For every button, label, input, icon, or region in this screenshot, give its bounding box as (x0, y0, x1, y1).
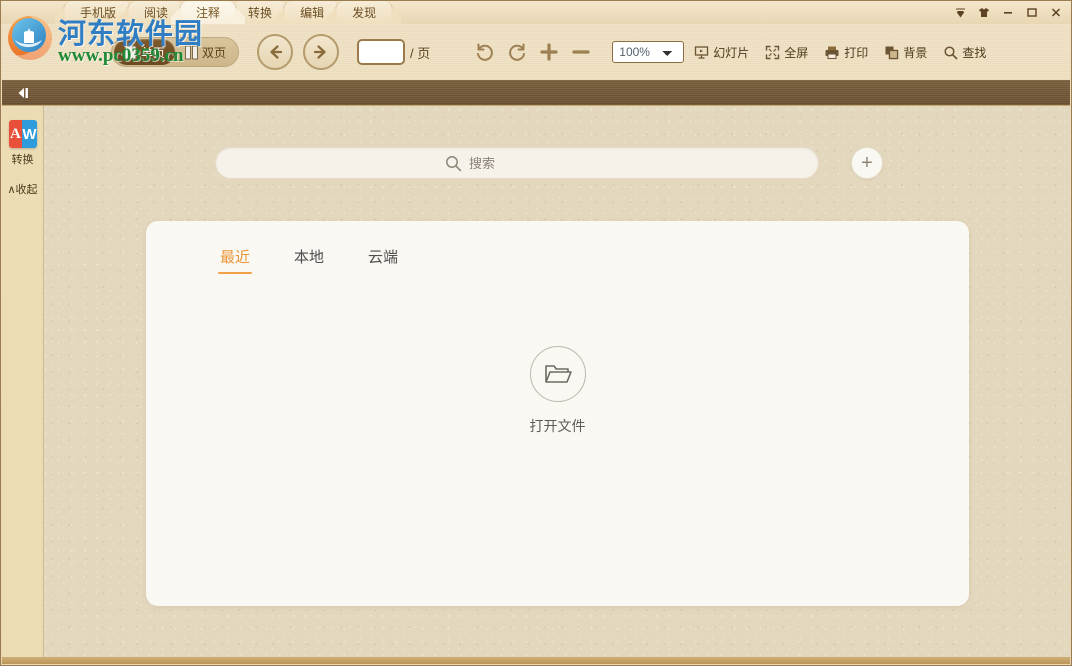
page-navigation: / 页 (357, 39, 430, 65)
print-label: 打印 (844, 44, 868, 61)
open-file-button[interactable]: 打开文件 (530, 346, 586, 436)
application-window: 手机版 阅读 注释 转换 编辑 发现 (0, 0, 1072, 666)
zoom-out-button[interactable] (566, 37, 596, 67)
double-page-icon (185, 45, 198, 60)
plus-icon: + (861, 153, 873, 173)
page-mode-switch: 单页 双页 (111, 37, 239, 67)
find-label: 查找 (962, 44, 986, 61)
close-button[interactable] (1045, 2, 1067, 22)
sidebar-collapse-button[interactable]: ∧收起 (7, 181, 37, 197)
prev-page-button[interactable] (257, 34, 293, 70)
left-sidebar: A W 转换 ∧收起 (2, 106, 44, 657)
background-label: 背景 (903, 44, 927, 61)
sidebar-item-label: 转换 (12, 151, 34, 167)
double-page-label: 双页 (202, 44, 226, 61)
sidebar-item-convert[interactable]: A W 转换 (9, 120, 37, 167)
zoom-in-button[interactable] (534, 37, 564, 67)
find-button[interactable]: 查找 (943, 44, 986, 61)
tab-local[interactable]: 本地 (294, 246, 324, 274)
tab-annotate[interactable]: 注释 (179, 1, 237, 24)
minus-icon (570, 41, 592, 63)
skin-button[interactable] (973, 2, 995, 22)
minimize-button[interactable] (997, 2, 1019, 22)
search-icon (943, 45, 958, 60)
tab-label: 编辑 (300, 4, 324, 21)
print-icon (824, 45, 840, 60)
folder-open-icon (530, 346, 586, 402)
single-page-button[interactable]: 单页 (114, 39, 175, 65)
fullscreen-label: 全屏 (784, 44, 808, 61)
file-browser-tabs: 最近 本地 云端 (220, 246, 398, 274)
slideshow-label: 幻灯片 (713, 44, 749, 61)
redo-button[interactable] (502, 37, 532, 67)
search-input[interactable] (469, 156, 589, 171)
pdf-badge: A (9, 120, 23, 148)
single-page-icon (124, 45, 137, 60)
tab-label: 最近 (220, 249, 250, 266)
slideshow-button[interactable]: 幻灯片 (694, 44, 749, 61)
add-file-button[interactable]: + (851, 147, 883, 179)
background-button[interactable]: 背景 (884, 44, 927, 61)
main-toolbar: 单页 双页 / 页 (1, 24, 1071, 80)
single-page-label: 单页 (141, 44, 165, 61)
fullscreen-icon (765, 45, 780, 60)
sidebar-collapse-label: ∧收起 (7, 181, 37, 197)
tab-label: 转换 (248, 4, 272, 21)
pdf-to-word-icon: A W (9, 120, 37, 148)
tab-label: 发现 (352, 4, 376, 21)
tab-strip: 手机版 阅读 注释 转换 编辑 发现 (1, 1, 1071, 24)
word-badge: W (22, 120, 36, 148)
menu-dropdown-button[interactable] (949, 2, 971, 22)
bottom-strip (2, 657, 1070, 664)
arrow-left-collapse-icon (15, 86, 33, 100)
panel-divider-bar (2, 80, 1070, 106)
plus-icon (538, 41, 560, 63)
search-icon (445, 155, 462, 172)
page-total-label: / 页 (410, 43, 430, 62)
search-box[interactable] (215, 147, 819, 179)
window-controls (949, 1, 1067, 23)
tab-label: 注释 (196, 4, 220, 21)
redo-icon (506, 41, 528, 63)
app-logo-icon (5, 13, 55, 63)
tab-label: 阅读 (144, 4, 168, 21)
collapse-panel-button[interactable] (14, 85, 34, 101)
search-row: + (215, 147, 883, 179)
arrow-right-icon (311, 42, 331, 62)
print-button[interactable]: 打印 (824, 44, 868, 61)
maximize-button[interactable] (1021, 2, 1043, 22)
tab-list: 手机版 阅读 注释 转换 编辑 发现 (63, 1, 387, 24)
tab-discover[interactable]: 发现 (335, 1, 393, 24)
undo-button[interactable] (470, 37, 500, 67)
tab-cloud[interactable]: 云端 (368, 246, 398, 274)
main-content-area: + 最近 本地 云端 (44, 106, 1070, 657)
tab-recent[interactable]: 最近 (220, 246, 250, 274)
zoom-level-select[interactable]: 100% (612, 41, 684, 63)
fullscreen-button[interactable]: 全屏 (765, 44, 808, 61)
slideshow-icon (694, 45, 709, 60)
background-icon (884, 45, 899, 60)
double-page-button[interactable]: 双页 (175, 39, 236, 65)
tab-label: 本地 (294, 249, 324, 266)
file-browser-card: 最近 本地 云端 打开文件 (146, 221, 969, 606)
tab-label: 手机版 (80, 4, 116, 21)
undo-icon (474, 41, 496, 63)
open-file-label: 打开文件 (530, 416, 586, 436)
next-page-button[interactable] (303, 34, 339, 70)
tab-label: 云端 (368, 249, 398, 266)
arrow-left-icon (265, 42, 285, 62)
page-number-input[interactable] (357, 39, 405, 65)
